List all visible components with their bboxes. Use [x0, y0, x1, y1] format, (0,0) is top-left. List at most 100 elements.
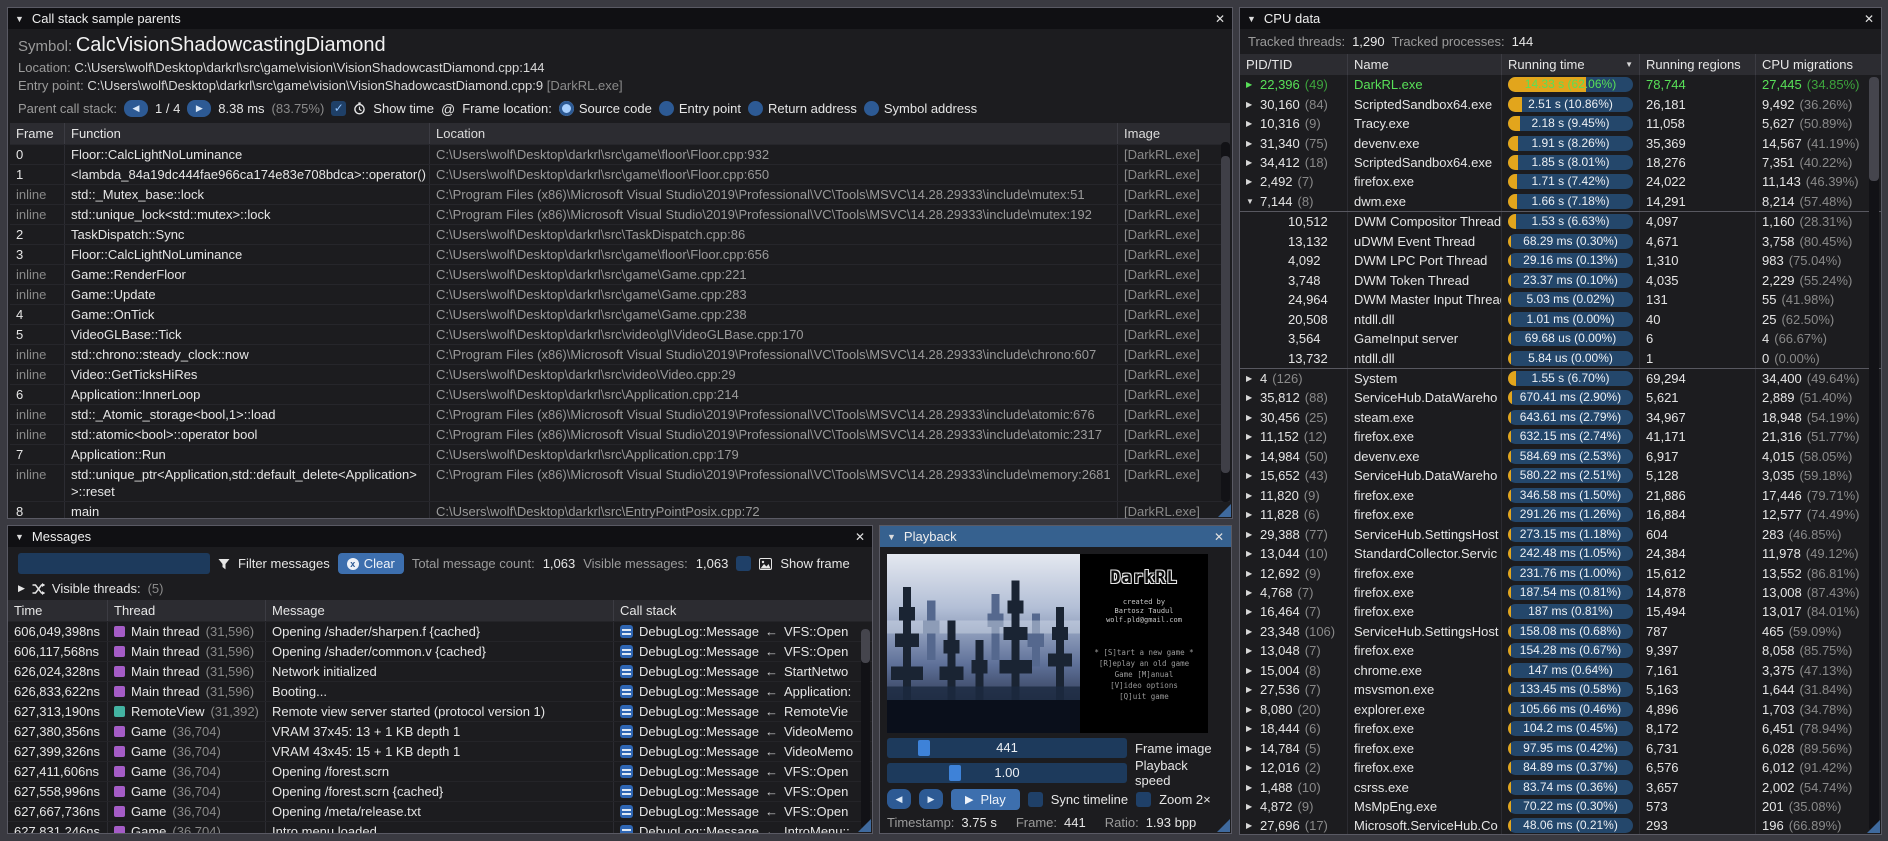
expand-icon[interactable]: ▶ [1246, 569, 1255, 578]
cpu-process-row[interactable]: 4,092 DWM LPC Port Thread 29.16 ms (0.13… [1240, 251, 1881, 270]
expand-icon[interactable]: ▶ [1246, 724, 1255, 733]
callstack-row[interactable]: inline std::unique_ptr<Application,std::… [10, 464, 1230, 501]
close-icon[interactable]: ✕ [855, 530, 865, 544]
expand-icon[interactable]: ▶ [1246, 705, 1255, 714]
cpu-process-row[interactable]: ▶ 12,016 (2) firefox.exe 84.89 ms (0.37%… [1240, 758, 1881, 777]
expand-icon[interactable]: ▶ [1246, 432, 1255, 441]
messages-scrollbar[interactable] [861, 629, 870, 829]
message-row[interactable]: 627,380,356ns Game (36,704) VRAM 37x45: … [8, 721, 872, 741]
scrollbar-thumb[interactable] [861, 629, 870, 663]
callstack-list-icon[interactable] [620, 765, 633, 778]
expand-icon[interactable]: ▶ [1246, 510, 1255, 519]
scrollbar-thumb[interactable] [1221, 156, 1230, 473]
expand-icon[interactable]: ▶ [1246, 452, 1255, 461]
callstack-row[interactable]: inline std::_Mutex_base::lock C:\Program… [10, 184, 1230, 204]
callstack-row[interactable]: inline Game::Update C:\Users\wolf\Deskto… [10, 284, 1230, 304]
callstack-list-icon[interactable] [620, 625, 633, 638]
message-row[interactable]: 626,024,328ns Main thread (31,596) Netwo… [8, 661, 872, 681]
expand-icon[interactable]: ▶ [1246, 119, 1255, 128]
step-forward-button[interactable]: ▶ [919, 789, 943, 809]
next-parent-button[interactable]: ▶ [187, 100, 211, 117]
expand-icon[interactable]: ▶ [1246, 393, 1255, 402]
cpu-process-row[interactable]: ▶ 11,828 (6) firefox.exe 291.26 ms (1.26… [1240, 505, 1881, 524]
cpu-process-row[interactable]: ▶ 15,652 (43) ServiceHub.DataWareho 580.… [1240, 466, 1881, 485]
expand-icon[interactable]: ▶ [1246, 783, 1255, 792]
scrollbar-thumb[interactable] [1869, 77, 1879, 181]
callstack-row[interactable]: 4 Game::OnTick C:\Users\wolf\Desktop\dar… [10, 304, 1230, 324]
expand-icon[interactable]: ▶ [1246, 80, 1255, 89]
collapse-icon[interactable]: ▼ [15, 532, 24, 542]
zoom-2x-checkbox[interactable] [1136, 792, 1151, 807]
column-header-thread[interactable]: Thread [108, 600, 266, 621]
radio-source-code[interactable]: Source code [559, 101, 652, 116]
expand-icon[interactable]: ▶ [1246, 627, 1255, 636]
cpu-process-row[interactable]: ▼ 7,144 (8) dwm.exe 1.66 s (7.18%) 14,29… [1240, 192, 1881, 211]
cpu-process-row[interactable]: ▶ 27,696 (17) Microsoft.ServiceHub.Co 48… [1240, 816, 1881, 834]
expand-icon[interactable]: ▶ [1246, 685, 1255, 694]
cpu-process-row[interactable]: ▶ 29,388 (77) ServiceHub.SettingsHost 27… [1240, 524, 1881, 543]
show-frame-checkbox[interactable] [736, 556, 751, 571]
cpu-process-row[interactable]: ▶ 34,412 (18) ScriptedSandbox64.exe 1.85… [1240, 153, 1881, 172]
callstack-row[interactable]: 0 Floor::CalcLightNoLuminance C:\Users\w… [10, 144, 1230, 164]
prev-parent-button[interactable]: ◀ [124, 100, 148, 117]
cpu-process-row[interactable]: ▶ 18,444 (6) firefox.exe 104.2 ms (0.45%… [1240, 719, 1881, 738]
expand-icon[interactable]: ▶ [1246, 139, 1255, 148]
expand-icon[interactable]: ▶ [1246, 666, 1255, 675]
callstack-row[interactable]: 7 Application::Run C:\Users\wolf\Desktop… [10, 444, 1230, 464]
callstack-row[interactable]: inline std::atomic<bool>::operator bool … [10, 424, 1230, 444]
callstack-list-icon[interactable] [620, 825, 633, 833]
expand-icon[interactable]: ▶ [1246, 413, 1255, 422]
callstack-row[interactable]: 1 <lambda_84a19dc444fae966ca174e83e708bd… [10, 164, 1230, 184]
callstack-row[interactable]: inline std::unique_lock<std::mutex>::loc… [10, 204, 1230, 224]
column-header-running-regions[interactable]: Running regions [1640, 54, 1756, 75]
cpu-process-row[interactable]: ▶ 23,348 (106) ServiceHub.SettingsHost 1… [1240, 622, 1881, 641]
callstack-row[interactable]: inline Video::GetTicksHiRes C:\Users\wol… [10, 364, 1230, 384]
collapse-icon[interactable]: ▼ [1247, 14, 1256, 24]
message-row[interactable]: 626,833,622ns Main thread (31,596) Booti… [8, 681, 872, 701]
frame-image-slider[interactable]: 441 [887, 738, 1127, 758]
callstack-row[interactable]: inline Game::RenderFloor C:\Users\wolf\D… [10, 264, 1230, 284]
filter-input[interactable] [18, 553, 210, 574]
callstack-row[interactable]: 8 main C:\Users\wolf\Desktop\darkrl\src\… [10, 501, 1230, 518]
column-header-pid[interactable]: PID/TID [1240, 54, 1348, 75]
clear-button[interactable]: x Clear [338, 553, 404, 574]
collapse-icon[interactable]: ▼ [15, 14, 24, 24]
cpu-process-row[interactable]: ▶ 27,536 (7) msvsmon.exe 133.45 ms (0.58… [1240, 680, 1881, 699]
message-row[interactable]: 627,558,996ns Game (36,704) Opening /for… [8, 781, 872, 801]
expand-icon[interactable]: ▶ [1246, 802, 1255, 811]
cpu-process-row[interactable]: 3,564 GameInput server 69.68 us (0.00%) … [1240, 329, 1881, 348]
cpu-process-row[interactable]: 3,748 DWM Token Thread 23.37 ms (0.10%) … [1240, 271, 1881, 290]
close-icon[interactable]: ✕ [1864, 12, 1874, 26]
column-header-message[interactable]: Message [266, 600, 614, 621]
column-header-frame[interactable]: Frame [10, 123, 65, 144]
expand-icon[interactable]: ▶ [1246, 821, 1255, 830]
cpu-process-row[interactable]: ▶ 12,692 (9) firefox.exe 231.76 ms (1.00… [1240, 563, 1881, 582]
resize-grip[interactable] [1218, 504, 1231, 517]
close-icon[interactable]: ✕ [1215, 12, 1225, 26]
callstack-list-icon[interactable] [620, 785, 633, 798]
column-header-function[interactable]: Function [65, 123, 430, 144]
message-row[interactable]: 627,411,606ns Game (36,704) Opening /for… [8, 761, 872, 781]
resize-grip[interactable] [858, 819, 871, 832]
column-header-image[interactable]: Image [1118, 123, 1230, 144]
expand-icon[interactable]: ▶ [1246, 744, 1255, 753]
cpu-process-row[interactable]: ▶ 13,044 (10) StandardCollector.Servic 2… [1240, 544, 1881, 563]
cpu-process-row[interactable]: ▶ 11,820 (9) firefox.exe 346.58 ms (1.50… [1240, 486, 1881, 505]
resize-grip[interactable] [1867, 820, 1880, 833]
sync-timeline-checkbox[interactable] [1028, 792, 1043, 807]
callstack-row[interactable]: inline std::_Atomic_storage<bool,1>::loa… [10, 404, 1230, 424]
cpu-process-row[interactable]: 24,964 DWM Master Input Thread 5.03 ms (… [1240, 290, 1881, 309]
column-header-time[interactable]: Time [8, 600, 108, 621]
cpu-process-row[interactable]: ▶ 30,456 (25) steam.exe 643.61 ms (2.79%… [1240, 408, 1881, 427]
callstack-row[interactable]: 6 Application::InnerLoop C:\Users\wolf\D… [10, 384, 1230, 404]
column-header-location[interactable]: Location [430, 123, 1118, 144]
column-header-cpu-migrations[interactable]: CPU migrations [1756, 54, 1881, 75]
close-icon[interactable]: ✕ [1214, 530, 1224, 544]
expand-icon[interactable]: ▶ [1246, 158, 1255, 167]
message-row[interactable]: 627,399,326ns Game (36,704) VRAM 43x45: … [8, 741, 872, 761]
play-button[interactable]: ▶ Play [951, 789, 1020, 810]
cpu-scrollbar[interactable] [1869, 77, 1879, 831]
cpu-process-row[interactable]: ▶ 13,048 (7) firefox.exe 154.28 ms (0.67… [1240, 641, 1881, 660]
visible-threads-row[interactable]: ▶ Visible threads: (5) [8, 579, 872, 600]
cpu-process-row[interactable]: ▶ 4 (126) System 1.55 s (6.70%) 69,294 3… [1240, 368, 1881, 388]
